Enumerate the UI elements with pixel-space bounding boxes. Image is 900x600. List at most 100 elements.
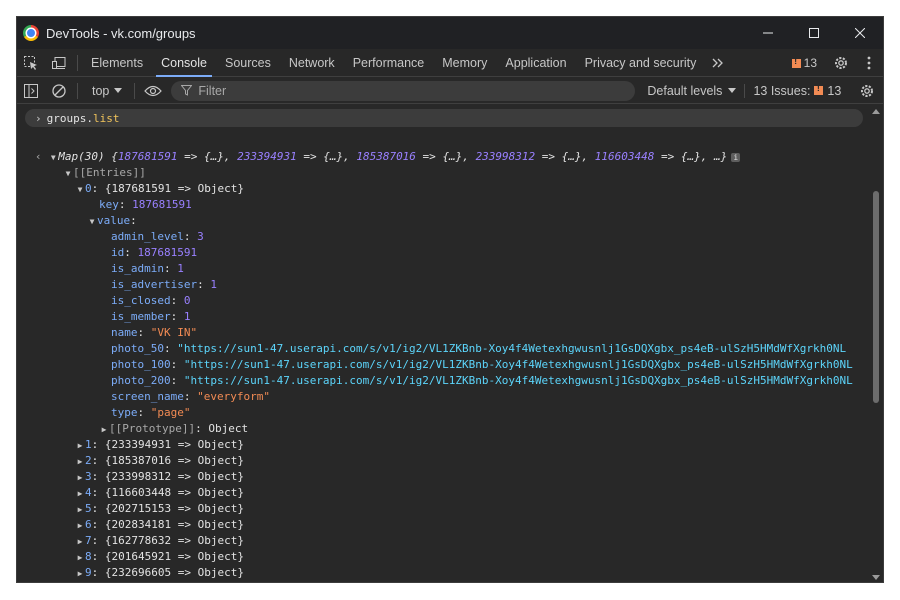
info-icon[interactable]: i xyxy=(731,152,741,162)
property-value[interactable]: "https://sun1-47.userapi.com/s/v1/ig2/VL… xyxy=(177,342,846,355)
entry-row[interactable]: ▶ 8: {201645921 => Object} xyxy=(75,549,244,565)
entry-summary: {233394931 => Object} xyxy=(104,438,244,451)
console-scrollbar[interactable] xyxy=(869,105,883,582)
property-name: screen_name xyxy=(111,390,184,403)
toggle-sidebar-button[interactable] xyxy=(17,77,45,105)
close-button[interactable] xyxy=(837,17,883,49)
property-value[interactable]: "https://sun1-47.userapi.com/s/v1/ig2/VL… xyxy=(184,374,853,387)
log-levels-dropdown[interactable]: Default levels xyxy=(647,83,737,98)
log-levels-value: Default levels xyxy=(647,83,723,98)
property-row-photo-200: photo_200: "https://sun1-47.userapi.com/… xyxy=(111,373,853,389)
property-colon: : xyxy=(183,230,198,243)
tab-elements[interactable]: Elements xyxy=(82,49,152,77)
entry-value-line[interactable]: ▼ value: xyxy=(87,213,137,229)
maximize-icon xyxy=(809,28,819,38)
issues-counter[interactable]: 13 Issues: 13 xyxy=(744,83,841,98)
entries-line[interactable]: ▼ [[Entries]] xyxy=(63,165,146,181)
gear-icon xyxy=(835,57,847,69)
collapsed-triangle-icon[interactable]: ▶ xyxy=(75,518,85,534)
property-row-name: name: "VK IN" xyxy=(111,325,197,341)
map-preview-arrow: => xyxy=(535,150,562,163)
expanded-triangle-icon[interactable]: ▼ xyxy=(75,182,85,198)
tab-network[interactable]: Network xyxy=(280,49,344,77)
device-toolbar-button[interactable] xyxy=(45,49,73,77)
expanded-triangle-icon[interactable]: ▼ xyxy=(63,166,73,182)
collapsed-triangle-icon[interactable]: ▶ xyxy=(99,422,109,438)
clear-console-button[interactable] xyxy=(45,77,73,105)
expanded-triangle-icon[interactable]: ▼ xyxy=(48,150,58,166)
scroll-down-arrow-icon[interactable] xyxy=(872,575,880,580)
property-row-photo-100: photo_100: "https://sun1-47.userapi.com/… xyxy=(111,357,853,373)
filter-box xyxy=(171,80,636,101)
collapsed-triangle-icon[interactable]: ▶ xyxy=(75,566,85,582)
entry-row[interactable]: ▶ 6: {202834181 => Object} xyxy=(75,517,244,533)
property-row-type: type: "page" xyxy=(111,405,191,421)
property-value: 1 xyxy=(210,278,217,291)
collapsed-triangle-icon[interactable]: ▶ xyxy=(75,486,85,502)
tab-sources[interactable]: Sources xyxy=(216,49,280,77)
property-colon: : xyxy=(163,262,178,275)
tab-application[interactable]: Application xyxy=(496,49,575,77)
command-object: groups xyxy=(46,111,87,125)
collapsed-triangle-icon[interactable]: ▶ xyxy=(75,582,85,583)
entry-row[interactable]: ▶ 2: {185387016 => Object} xyxy=(75,453,244,469)
entry-row[interactable]: ▶ 9: {232696605 => Object} xyxy=(75,565,244,581)
customize-menu-button[interactable] xyxy=(855,49,883,77)
maximize-button[interactable] xyxy=(791,17,837,49)
map-preview-key: 187681591 xyxy=(117,150,178,163)
prototype-line[interactable]: ▶ [[Prototype]]: Object xyxy=(99,421,249,438)
map-summary-line[interactable]: ‹ ▼ Map(30) {187681591 => {…}, 233394931 … xyxy=(35,149,741,166)
live-expression-button[interactable] xyxy=(139,77,167,105)
entry-row[interactable]: ▶ 7: {162778632 => Object} xyxy=(75,533,244,549)
chrome-logo-icon xyxy=(23,25,39,41)
minimize-button[interactable] xyxy=(745,17,791,49)
property-name: photo_200 xyxy=(111,374,171,387)
entry-summary: {185387016 => Object} xyxy=(104,454,244,467)
command-dot: . xyxy=(86,111,93,125)
entry-row[interactable]: ▶ 3: {233998312 => Object} xyxy=(75,469,244,485)
context-selector[interactable]: top xyxy=(92,83,123,98)
collapsed-triangle-icon[interactable]: ▶ xyxy=(75,502,85,518)
context-selector-value: top xyxy=(92,83,110,98)
property-name: is_advertiser xyxy=(111,278,198,291)
entry-colon: : xyxy=(91,454,105,467)
collapsed-triangle-icon[interactable]: ▶ xyxy=(75,438,85,454)
property-value: "VK IN" xyxy=(150,326,198,339)
map-label: Map(30) xyxy=(58,150,105,163)
entry-summary: {202715153 => Object} xyxy=(104,502,244,515)
more-tabs-button[interactable] xyxy=(705,49,731,77)
filter-input[interactable] xyxy=(198,83,599,98)
expanded-triangle-icon[interactable]: ▼ xyxy=(87,214,97,230)
entry-0-line[interactable]: ▼ 0: {187681591 => Object} xyxy=(75,181,244,197)
scrollbar-thumb[interactable] xyxy=(873,191,879,403)
settings-button[interactable] xyxy=(827,49,855,77)
entry-row[interactable]: ▶ 4: {116603448 => Object} xyxy=(75,485,244,501)
console-input-entry[interactable]: › groups. list xyxy=(25,109,863,127)
title-bar: DevTools - vk.com/groups xyxy=(17,17,883,49)
map-preview-comma: , xyxy=(462,150,476,163)
issues-badge[interactable]: 13 xyxy=(791,56,817,70)
property-colon: : xyxy=(124,246,138,259)
collapsed-triangle-icon[interactable]: ▶ xyxy=(75,470,85,486)
inspect-element-button[interactable] xyxy=(17,49,45,77)
scroll-up-arrow-icon[interactable] xyxy=(872,109,880,114)
property-value: "page" xyxy=(150,406,191,419)
entry-row[interactable]: ▶ 1: {233394931 => Object} xyxy=(75,437,244,453)
collapsed-triangle-icon[interactable]: ▶ xyxy=(75,534,85,550)
collapsed-triangle-icon[interactable]: ▶ xyxy=(75,454,85,470)
map-preview-arrow: => xyxy=(177,150,204,163)
tab-privacy-and-security[interactable]: Privacy and security xyxy=(576,49,706,77)
tab-memory[interactable]: Memory xyxy=(433,49,496,77)
command-property: list xyxy=(93,111,120,125)
collapsed-triangle-icon[interactable]: ▶ xyxy=(75,550,85,566)
entry-row[interactable]: ▶ 5: {202715153 => Object} xyxy=(75,501,244,517)
entry-row[interactable]: ▶10: {41531690 => Object} xyxy=(75,581,244,583)
property-value[interactable]: "https://sun1-47.userapi.com/s/v1/ig2/VL… xyxy=(184,358,853,371)
map-preview-arrow: => xyxy=(415,150,443,163)
tab-console[interactable]: Console xyxy=(152,49,216,77)
tab-performance[interactable]: Performance xyxy=(344,49,434,77)
key-value: 187681591 xyxy=(132,198,192,211)
map-preview-value: {…} xyxy=(561,150,582,163)
console-settings-button[interactable] xyxy=(853,77,881,105)
entry-index: 9 xyxy=(85,566,92,579)
